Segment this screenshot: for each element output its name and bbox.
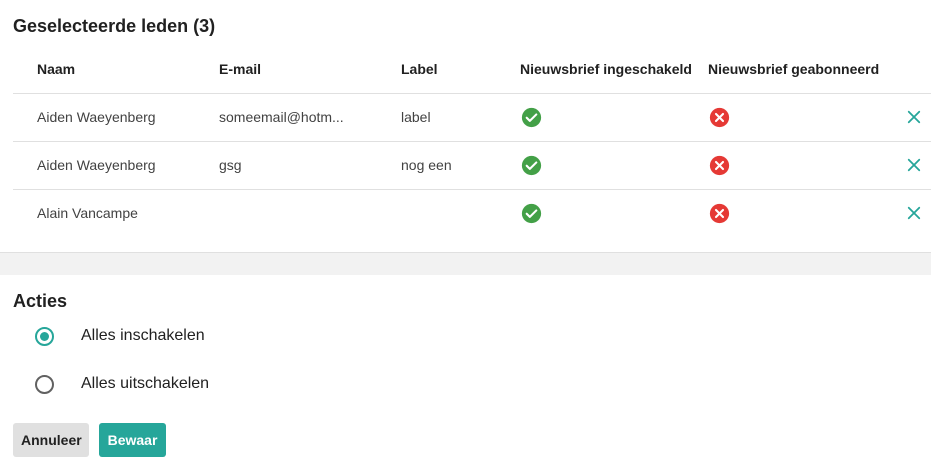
column-header-name: Naam <box>13 45 219 94</box>
column-header-newsletter-enabled: Nieuwsbrief ingeschakeld <box>520 45 708 94</box>
member-email <box>219 189 401 237</box>
check-circle-icon <box>521 203 542 223</box>
radio-button-unchecked[interactable] <box>35 374 54 394</box>
check-circle-icon <box>521 155 542 175</box>
member-email: gsg <box>219 141 401 190</box>
x-circle-icon <box>709 107 730 127</box>
cancel-button[interactable]: Annuleer <box>13 423 89 457</box>
table-header-row: Naam E-mail Label Nieuwsbrief ingeschake… <box>13 45 931 94</box>
check-circle-icon <box>521 107 542 127</box>
radio-button-checked[interactable] <box>35 326 54 346</box>
table-row: Aiden Waeyenberg gsg nog een <box>13 141 931 190</box>
table-row: Aiden Waeyenberg someemail@hotm... label <box>13 93 931 142</box>
remove-member-close-icon[interactable] <box>905 156 923 174</box>
section-divider <box>0 253 931 275</box>
column-header-actions <box>886 45 931 94</box>
table-row: Alain Vancampe <box>13 189 931 237</box>
selected-members-title: Geselecteerde leden (3) <box>13 16 216 36</box>
remove-member-close-icon[interactable] <box>905 108 923 126</box>
member-label: nog een <box>401 141 520 190</box>
save-button[interactable]: Bewaar <box>99 423 166 457</box>
radio-option-enable-all[interactable]: Alles inschakelen <box>35 326 205 346</box>
member-label <box>401 189 520 237</box>
member-email: someemail@hotm... <box>219 93 401 142</box>
radio-label: Alles inschakelen <box>81 327 205 344</box>
column-header-email: E-mail <box>219 45 401 94</box>
members-table: Naam E-mail Label Nieuwsbrief ingeschake… <box>13 45 931 237</box>
column-header-label: Label <box>401 45 520 94</box>
member-name: Aiden Waeyenberg <box>13 141 219 190</box>
radio-option-disable-all[interactable]: Alles uitschakelen <box>35 374 209 394</box>
radio-label: Alles uitschakelen <box>81 375 210 392</box>
actions-title: Acties <box>13 291 68 311</box>
member-name: Alain Vancampe <box>37 205 138 222</box>
x-circle-icon <box>709 155 730 175</box>
remove-member-close-icon[interactable] <box>905 204 923 222</box>
column-header-newsletter-subscribed: Nieuwsbrief geabonneerd <box>708 45 886 94</box>
member-name: Aiden Waeyenberg <box>13 93 219 142</box>
x-circle-icon <box>709 203 730 223</box>
member-label: label <box>401 93 520 142</box>
